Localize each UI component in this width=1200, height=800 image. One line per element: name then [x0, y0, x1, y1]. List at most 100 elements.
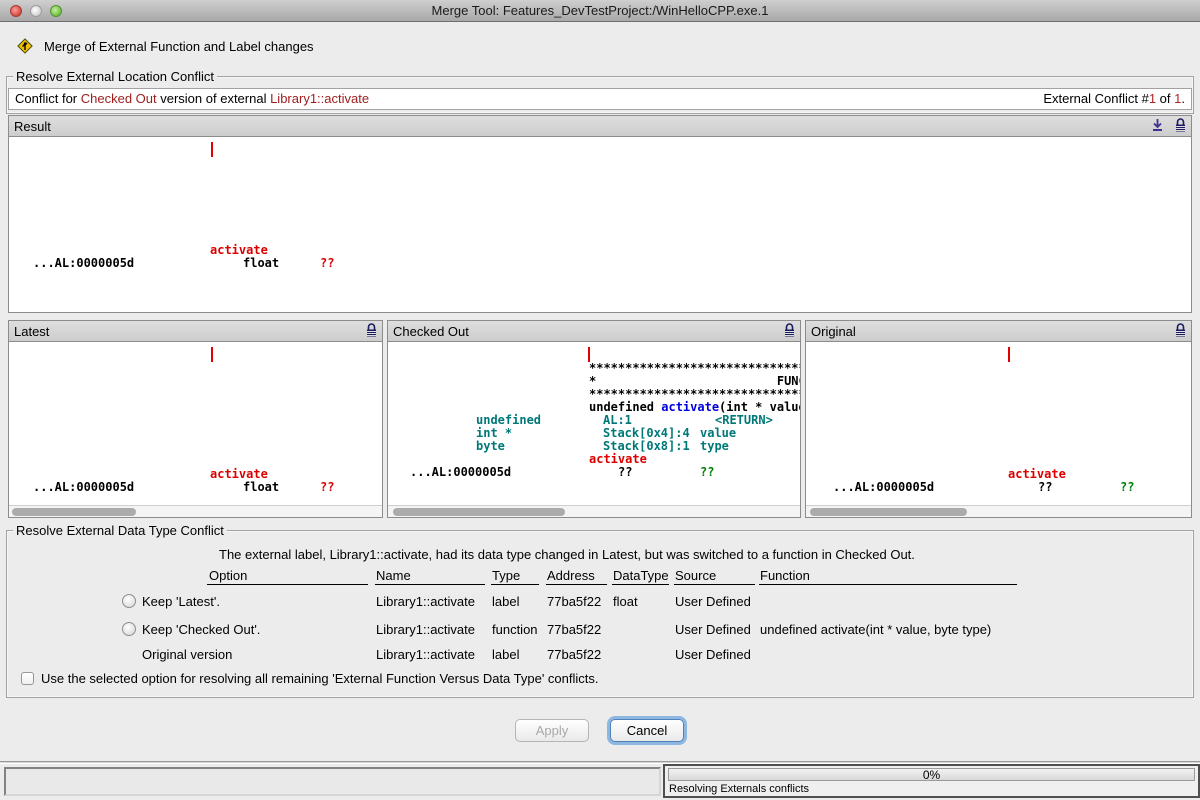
co-param-type: byte	[476, 440, 505, 453]
conflict-prefix: Conflict for	[15, 91, 81, 106]
co-address: ...AL:0000005d	[410, 466, 511, 479]
col-underline	[546, 584, 607, 585]
window-title: Merge Tool: Features_DevTestProject:/Win…	[0, 3, 1200, 18]
lock-original-icon[interactable]	[1174, 323, 1187, 338]
checkedout-panel-header: Checked Out	[388, 321, 800, 342]
latest-panel: Latest activate ...AL:0000005d float ??	[8, 320, 383, 518]
col-underline	[612, 584, 669, 585]
lock-result-icon[interactable]	[1174, 118, 1187, 133]
result-panel: Result activate ...AL:0000005d float ??	[8, 115, 1192, 313]
latest-panel-header: Latest	[9, 321, 382, 342]
col-header-name: Name	[376, 568, 411, 583]
datatype-conflict-group-title: Resolve External Data Type Conflict	[13, 523, 227, 538]
checkedout-hscroll-thumb[interactable]	[393, 508, 565, 516]
conflict-version: Checked Out	[81, 91, 157, 106]
cancel-button[interactable]: Cancel	[610, 719, 684, 742]
row-source: User Defined	[675, 594, 751, 609]
datatype-conflict-description: The external label, Library1::activate, …	[219, 547, 915, 562]
use-for-all-label[interactable]: Use the selected option for resolving al…	[41, 671, 599, 686]
row-source: User Defined	[675, 622, 751, 637]
progress-task-label: Resolving Externals conflicts	[669, 783, 809, 795]
co-sig-pre: undefined	[589, 400, 661, 414]
result-listing-cursor	[211, 142, 213, 157]
col-header-option: Option	[209, 568, 247, 583]
apply-button[interactable]: Apply	[515, 719, 589, 742]
lock-checkedout-icon[interactable]	[783, 323, 796, 338]
original-listing[interactable]: activate ...AL:0000005d ?? ??	[806, 342, 1191, 505]
radio-keep-checkedout[interactable]	[122, 622, 136, 636]
counter-middle: of	[1156, 91, 1174, 106]
conflict-middle: version of external	[157, 91, 270, 106]
result-unknown: ??	[320, 257, 334, 270]
co-unknown-2: ??	[700, 466, 714, 479]
col-header-source: Source	[675, 568, 716, 583]
row-name: Library1::activate	[376, 647, 475, 662]
original-hscroll-thumb[interactable]	[810, 508, 967, 516]
col-header-function: Function	[760, 568, 810, 583]
latest-unknown: ??	[320, 481, 334, 494]
goto-result-icon[interactable]	[1151, 118, 1164, 133]
result-listing[interactable]: activate ...AL:0000005d float ??	[9, 137, 1191, 312]
checkedout-listing-cursor	[588, 347, 590, 362]
original-hscrollbar[interactable]	[806, 505, 1191, 517]
result-panel-title: Result	[14, 119, 51, 134]
col-underline	[759, 584, 1017, 585]
merge-phase-header: Merge of External Function and Label cha…	[16, 36, 314, 56]
datatype-conflict-group: Resolve External Data Type Conflict The …	[6, 530, 1194, 698]
col-underline	[674, 584, 755, 585]
merge-phase-title: Merge of External Function and Label cha…	[44, 39, 314, 54]
result-datatype: float	[243, 257, 279, 270]
row-address: 77ba5f22	[547, 594, 601, 609]
conflict-description-strip: Conflict for Checked Out version of exte…	[8, 88, 1192, 110]
co-param-name: type	[700, 440, 729, 453]
checkedout-listing[interactable]: ****************************************…	[388, 342, 800, 505]
conflict-external-name: Library1::activate	[270, 91, 369, 106]
orig-address: ...AL:0000005d	[833, 481, 934, 494]
progress-panel: 0% Resolving Externals conflicts	[663, 764, 1200, 798]
original-listing-cursor	[1008, 347, 1010, 362]
row-address: 77ba5f22	[547, 647, 601, 662]
row-option[interactable]: Keep 'Latest'.	[142, 594, 220, 609]
title-bar: Merge Tool: Features_DevTestProject:/Win…	[0, 0, 1200, 22]
latest-hscroll-thumb[interactable]	[12, 508, 136, 516]
checkedout-hscrollbar[interactable]	[388, 505, 800, 517]
col-header-address: Address	[547, 568, 595, 583]
use-for-all-checkbox[interactable]	[21, 672, 34, 685]
conflict-description: Conflict for Checked Out version of exte…	[15, 89, 369, 109]
row-source: User Defined	[675, 647, 751, 662]
counter-suffix: .	[1181, 91, 1185, 106]
latest-listing[interactable]: activate ...AL:0000005d float ??	[9, 342, 382, 505]
orig-unknown-1: ??	[1038, 481, 1052, 494]
col-underline	[375, 584, 485, 585]
checkedout-panel-title: Checked Out	[393, 324, 469, 339]
col-header-datatype: DataType	[613, 568, 669, 583]
row-name: Library1::activate	[376, 594, 475, 609]
latest-hscrollbar[interactable]	[9, 505, 382, 517]
row-function: undefined activate(int * value, byte typ…	[760, 622, 991, 637]
orig-label: activate	[1008, 468, 1066, 481]
col-header-type: Type	[492, 568, 520, 583]
row-type: label	[492, 647, 519, 662]
row-type: label	[492, 594, 519, 609]
original-panel: Original activate ...AL:0000005d ?? ??	[805, 320, 1192, 518]
col-underline	[491, 584, 539, 585]
lock-latest-icon[interactable]	[365, 323, 378, 338]
row-option: Original version	[142, 647, 232, 662]
counter-current: 1	[1149, 91, 1156, 106]
counter-prefix: External Conflict #	[1043, 91, 1149, 106]
location-conflict-group-title: Resolve External Location Conflict	[13, 69, 217, 84]
conflict-counter: External Conflict #1 of 1.	[1043, 89, 1185, 109]
checkedout-panel: Checked Out ****************************…	[387, 320, 801, 518]
merge-icon	[16, 37, 34, 55]
row-option[interactable]: Keep 'Checked Out'.	[142, 622, 260, 637]
row-address: 77ba5f22	[547, 622, 601, 637]
row-name: Library1::activate	[376, 622, 475, 637]
original-panel-title: Original	[811, 324, 856, 339]
latest-panel-title: Latest	[14, 324, 49, 339]
co-sig-post: (int * value,	[719, 400, 800, 414]
row-datatype: float	[613, 594, 638, 609]
col-underline	[207, 584, 368, 585]
latest-datatype: float	[243, 481, 279, 494]
radio-keep-latest[interactable]	[122, 594, 136, 608]
progress-bar: 0%	[668, 768, 1195, 781]
